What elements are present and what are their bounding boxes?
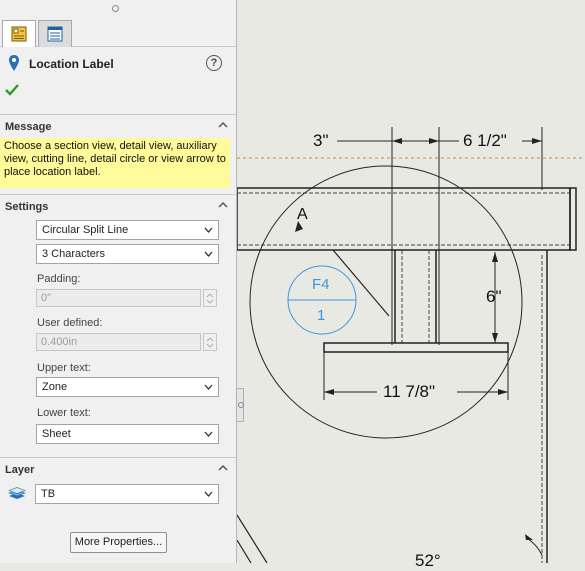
user-defined-value: 0.400in [41,336,78,348]
chevron-up-icon [218,464,228,471]
characters-select[interactable]: 3 Characters [36,244,219,264]
property-manager-panel: Location Label ? Message Choose a sectio… [0,0,237,563]
angle-arc [526,537,543,556]
dim-11-7-8in[interactable]: 11 7/8" [383,382,435,402]
chevron-up-icon [218,121,228,128]
spinner-arrows-icon [206,293,214,304]
help-icon[interactable]: ? [206,55,222,71]
callout-upper-text: F4 [312,276,330,293]
settings-section-header[interactable]: Settings [0,194,236,217]
padding-input[interactable]: 0" [36,289,201,307]
user-defined-input[interactable]: 0.400in [36,333,201,351]
layers-icon [8,487,26,499]
upper-text-label: Upper text: [37,362,91,374]
style-select[interactable]: Circular Split Line [36,220,219,240]
upper-text-select[interactable]: Zone [36,377,219,397]
layer-select[interactable]: TB [35,484,219,504]
ok-check-icon[interactable] [5,83,19,97]
bottom-flange [323,342,509,353]
lower-text-value: Sheet [42,428,71,440]
panel-grip[interactable] [0,0,236,16]
dim-6in[interactable]: 6" [486,287,502,307]
padding-label: Padding: [37,273,81,285]
tab-property-manager[interactable] [2,20,36,47]
brace-line [332,249,390,317]
callout-lower-text: 1 [317,307,326,324]
tab-feature-manager[interactable] [38,20,72,47]
padding-value: 0" [41,292,52,304]
lower-text-label: Lower text: [37,407,91,419]
characters-select-value: 3 Characters [42,248,105,260]
drawing-geometry [236,127,585,564]
dim-6-1-2in[interactable]: 6 1/2" [463,131,507,151]
padding-spinner[interactable] [203,289,217,307]
property-manager-icon [11,26,27,42]
chevron-down-icon [204,384,213,390]
chevron-down-icon [204,251,213,257]
beam-end [569,187,577,251]
chevron-down-icon [204,431,213,437]
chevron-up-icon [218,201,228,208]
location-pin-icon [9,55,19,71]
user-defined-spinner[interactable] [203,333,217,351]
layer-section-header[interactable]: Layer [0,457,236,480]
dimension-arrow [532,138,542,144]
dim-3in[interactable]: 3" [313,131,329,151]
more-properties-button[interactable]: More Properties... [70,532,167,553]
chevron-down-icon [204,227,213,233]
detail-label[interactable]: A [297,206,308,224]
layer-header-label: Layer [5,464,35,476]
beam-outline [236,187,571,251]
message-section-header[interactable]: Message [0,114,236,137]
list-icon [47,26,63,42]
message-text: Choose a section view, detail view, auxi… [4,140,226,178]
drawing-canvas[interactable]: 3" 6 1/2" 6" 11 7/8" 52° A F4 1 [236,0,585,570]
chevron-down-icon [204,491,213,497]
message-header-label: Message [5,121,52,133]
panel-tabs [0,16,236,47]
user-defined-label: User defined: [37,317,103,329]
layer-value: TB [41,488,56,500]
panel-title: Location Label [29,57,114,71]
message-box: Choose a section view, detail view, auxi… [0,138,230,188]
angle-arrow [525,534,533,540]
settings-header-label: Settings [5,201,49,213]
style-select-value: Circular Split Line [42,224,129,236]
upper-text-value: Zone [42,381,68,393]
lower-edge [236,539,252,564]
panel-title-row: Location Label ? [0,50,236,78]
lower-edge [236,514,268,564]
lower-text-select[interactable]: Sheet [36,424,219,444]
spinner-arrows-icon [206,337,214,348]
dim-angle[interactable]: 52° [415,551,441,571]
